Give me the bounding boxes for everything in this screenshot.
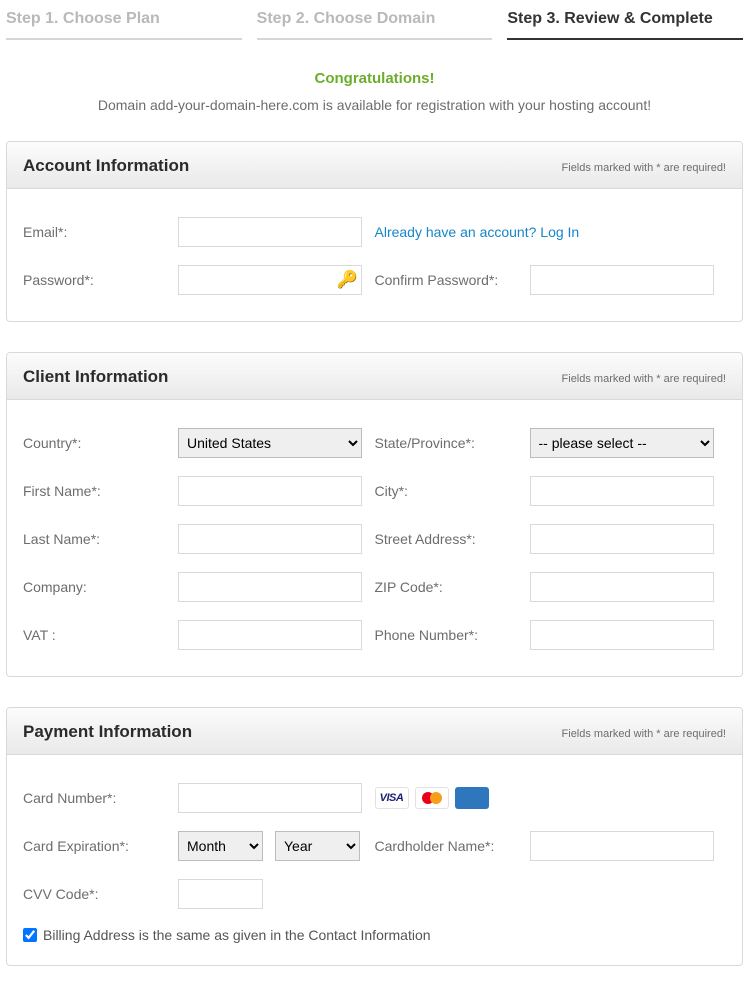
required-note: Fields marked with * are required! [562, 162, 726, 174]
cvv-input[interactable] [178, 879, 263, 909]
state-select[interactable]: -- please select -- [530, 428, 714, 458]
company-input[interactable] [178, 572, 362, 602]
phone-input[interactable] [530, 620, 714, 650]
cardholder-label: Cardholder Name*: [375, 838, 530, 854]
required-note: Fields marked with * are required! [562, 728, 726, 740]
password-label: Password*: [23, 272, 178, 288]
billing-same-checkbox[interactable] [23, 928, 37, 942]
payment-panel-title: Payment Information [23, 722, 192, 742]
cvv-label: CVV Code*: [23, 886, 178, 902]
card-number-label: Card Number*: [23, 790, 178, 806]
last-name-label: Last Name*: [23, 531, 178, 547]
vat-label: VAT : [23, 627, 178, 643]
cardholder-input[interactable] [530, 831, 714, 861]
first-name-label: First Name*: [23, 483, 178, 499]
city-label: City*: [375, 483, 530, 499]
zip-input[interactable] [530, 572, 714, 602]
payment-panel: Payment Information Fields marked with *… [6, 707, 743, 966]
client-panel-title: Client Information [23, 367, 168, 387]
street-label: Street Address*: [375, 531, 530, 547]
phone-label: Phone Number*: [375, 627, 530, 643]
first-name-input[interactable] [178, 476, 362, 506]
amex-icon [455, 787, 489, 809]
confirm-password-input[interactable] [530, 265, 714, 295]
company-label: Company: [23, 579, 178, 595]
client-panel-header: Client Information Fields marked with * … [7, 353, 742, 400]
confirm-password-label: Confirm Password*: [375, 272, 530, 288]
checkout-stepper: Step 1. Choose Plan Step 2. Choose Domai… [0, 0, 749, 40]
required-note: Fields marked with * are required! [562, 373, 726, 385]
card-year-select[interactable]: Year [275, 831, 360, 861]
street-input[interactable] [530, 524, 714, 554]
email-label: Email*: [23, 224, 178, 240]
payment-panel-header: Payment Information Fields marked with *… [7, 708, 742, 755]
account-panel-title: Account Information [23, 156, 189, 176]
country-select[interactable]: United States [178, 428, 362, 458]
country-label: Country*: [23, 435, 178, 451]
step-choose-domain[interactable]: Step 2. Choose Domain [257, 0, 493, 40]
card-expiration-label: Card Expiration*: [23, 838, 178, 854]
card-month-select[interactable]: Month [178, 831, 263, 861]
intro: Congratulations! Domain add-your-domain-… [0, 40, 749, 133]
visa-icon: VISA [375, 787, 409, 809]
mastercard-icon [415, 787, 449, 809]
login-link[interactable]: Already have an account? Log In [375, 224, 580, 240]
congrats-subtitle: Domain add-your-domain-here.com is avail… [10, 97, 739, 113]
state-label: State/Province*: [375, 435, 530, 451]
email-input[interactable] [178, 217, 362, 247]
vat-input[interactable] [178, 620, 362, 650]
congrats-title: Congratulations! [10, 70, 739, 87]
step-review-complete[interactable]: Step 3. Review & Complete [507, 0, 743, 40]
last-name-input[interactable] [178, 524, 362, 554]
zip-label: ZIP Code*: [375, 579, 530, 595]
billing-same-label: Billing Address is the same as given in … [43, 927, 431, 943]
accepted-cards: VISA [375, 787, 489, 809]
city-input[interactable] [530, 476, 714, 506]
step-choose-plan[interactable]: Step 1. Choose Plan [6, 0, 242, 40]
password-input[interactable] [178, 265, 362, 295]
client-panel: Client Information Fields marked with * … [6, 352, 743, 677]
account-panel: Account Information Fields marked with *… [6, 141, 743, 322]
account-panel-header: Account Information Fields marked with *… [7, 142, 742, 189]
card-number-input[interactable] [178, 783, 362, 813]
